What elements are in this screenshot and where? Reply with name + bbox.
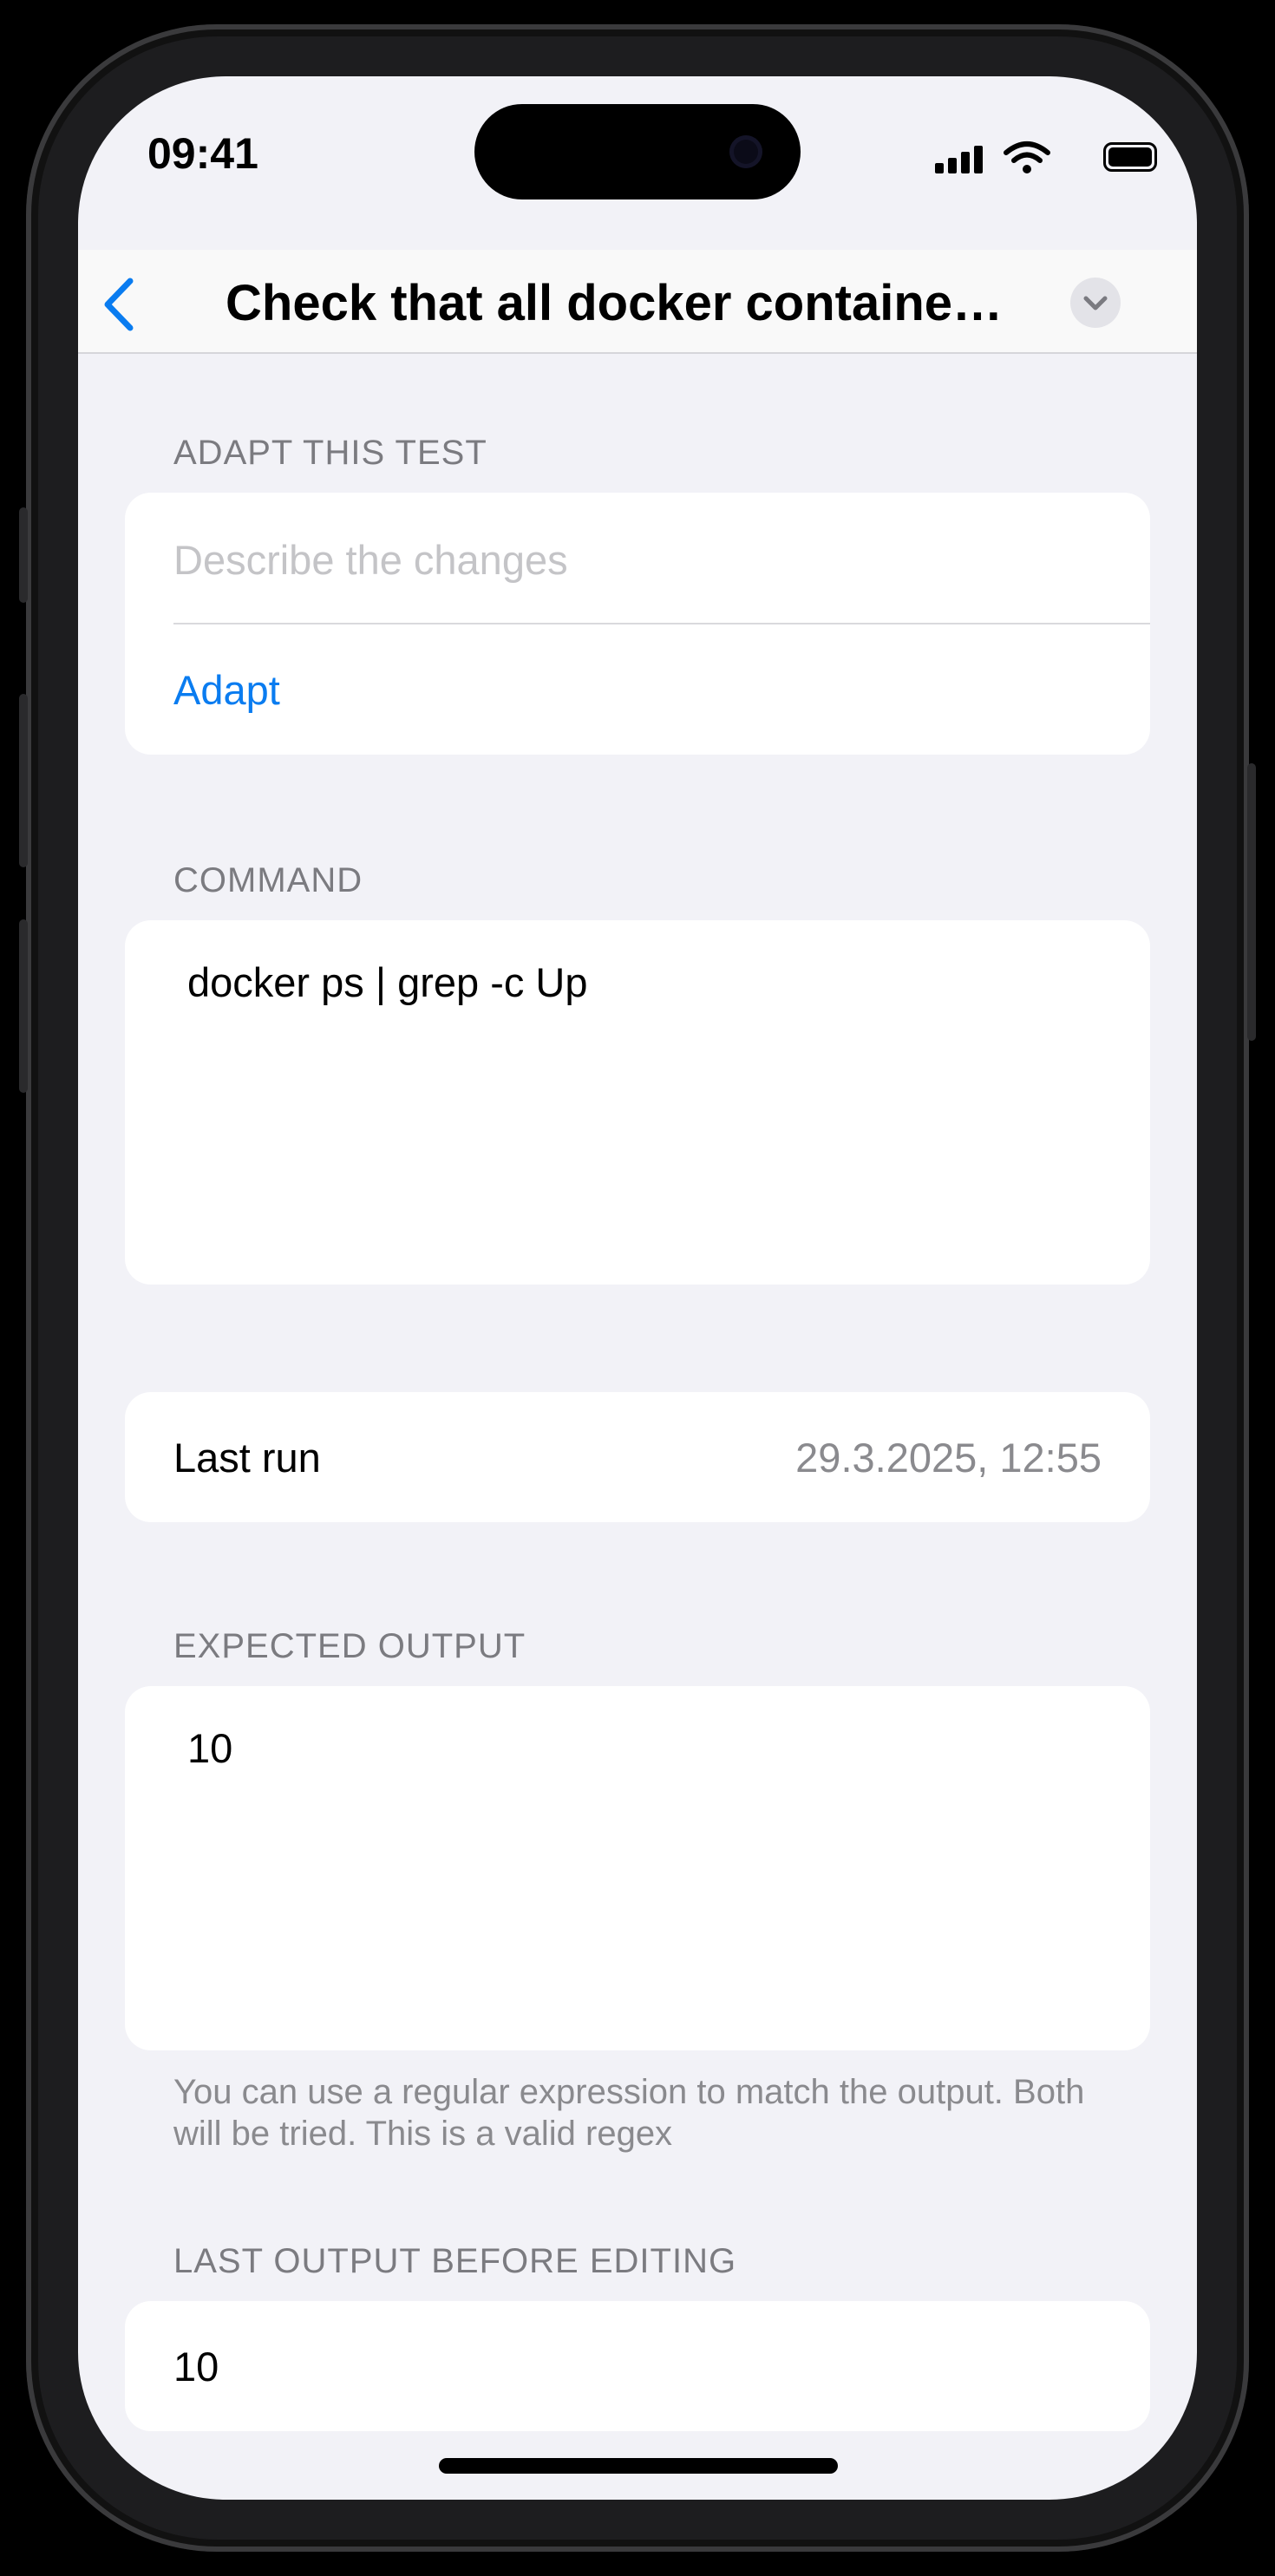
- expected-output-text: 10: [187, 1725, 233, 1771]
- power-button: [1247, 763, 1256, 1041]
- last-run-label: Last run: [173, 1435, 321, 1481]
- screen: 09:41 Check that all docker containers..…: [78, 76, 1197, 2500]
- chevron-down-icon: [1083, 296, 1108, 311]
- last-output-value: 10: [173, 2344, 219, 2390]
- battery-icon: [1103, 142, 1157, 172]
- last-run-row: Last run 29.3.2025, 12:55: [125, 1392, 1150, 1522]
- wifi-icon: [1004, 141, 1050, 173]
- adapt-description-input[interactable]: Describe the changes: [173, 536, 568, 584]
- divider: [173, 623, 1150, 624]
- last-run-value: 29.3.2025, 12:55: [795, 1435, 1102, 1481]
- adapt-button[interactable]: Adapt: [173, 666, 280, 714]
- volume-up-button: [19, 694, 28, 867]
- section-header-expected-output: EXPECTED OUTPUT: [173, 1627, 526, 1665]
- status-time: 09:41: [147, 129, 258, 178]
- adapt-card: Describe the changes Adapt: [125, 493, 1150, 755]
- dynamic-island: [474, 104, 801, 199]
- command-text: docker ps | grep -c Up: [187, 959, 588, 1005]
- section-header-last-output: LAST OUTPUT BEFORE EDITING: [173, 2242, 737, 2280]
- volume-down-button: [19, 919, 28, 1093]
- section-header-adapt: ADAPT THIS TEST: [173, 434, 487, 472]
- cellular-signal-icon: [935, 146, 984, 173]
- last-output-row: 10: [125, 2301, 1150, 2431]
- command-editor[interactable]: docker ps | grep -c Up: [125, 920, 1150, 1285]
- chevron-left-icon[interactable]: [95, 274, 147, 335]
- nav-title: Check that all docker containers...: [226, 276, 1006, 331]
- title-menu-button[interactable]: [1070, 278, 1121, 328]
- expected-output-editor[interactable]: 10: [125, 1686, 1150, 2050]
- regex-hint: You can use a regular expression to matc…: [173, 2073, 1085, 2153]
- action-button: [19, 507, 28, 603]
- navigation-bar: Check that all docker containers...: [78, 250, 1197, 354]
- home-indicator[interactable]: [439, 2458, 838, 2474]
- camera-icon: [729, 135, 762, 168]
- section-header-command: COMMAND: [173, 861, 363, 899]
